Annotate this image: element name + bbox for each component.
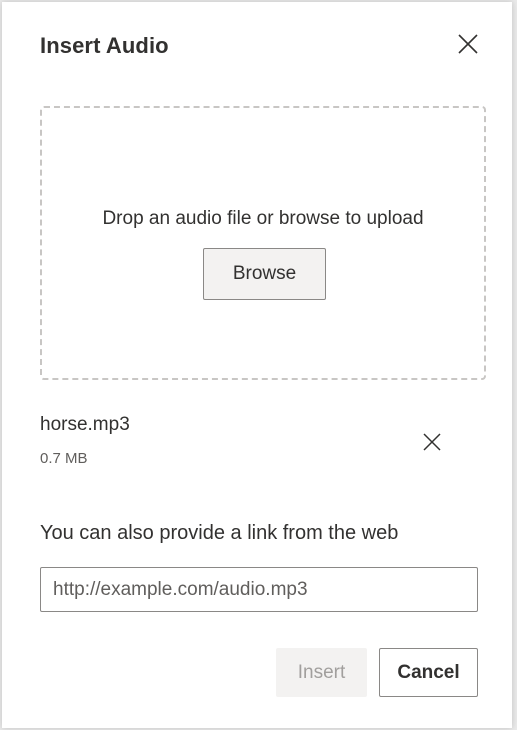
audio-drop-zone[interactable]: Drop an audio file or browse to upload B… [40,106,486,380]
close-icon [458,34,478,54]
drop-zone-instructions: Drop an audio file or browse to upload [102,208,424,229]
insert-button[interactable]: Insert [276,648,367,697]
selected-file-name: horse.mp3 [40,414,130,435]
cancel-button[interactable]: Cancel [379,648,478,697]
insert-audio-dialog: Insert Audio Drop an audio file or brows… [2,2,512,728]
remove-file-button[interactable] [417,427,447,457]
browse-button[interactable]: Browse [203,248,326,300]
selected-file-size: 0.7 MB [40,450,88,467]
dialog-title: Insert Audio [40,33,169,58]
close-dialog-button[interactable] [453,29,483,59]
audio-url-input[interactable] [40,567,478,612]
web-link-label: You can also provide a link from the web [40,522,399,544]
close-icon [423,433,441,451]
